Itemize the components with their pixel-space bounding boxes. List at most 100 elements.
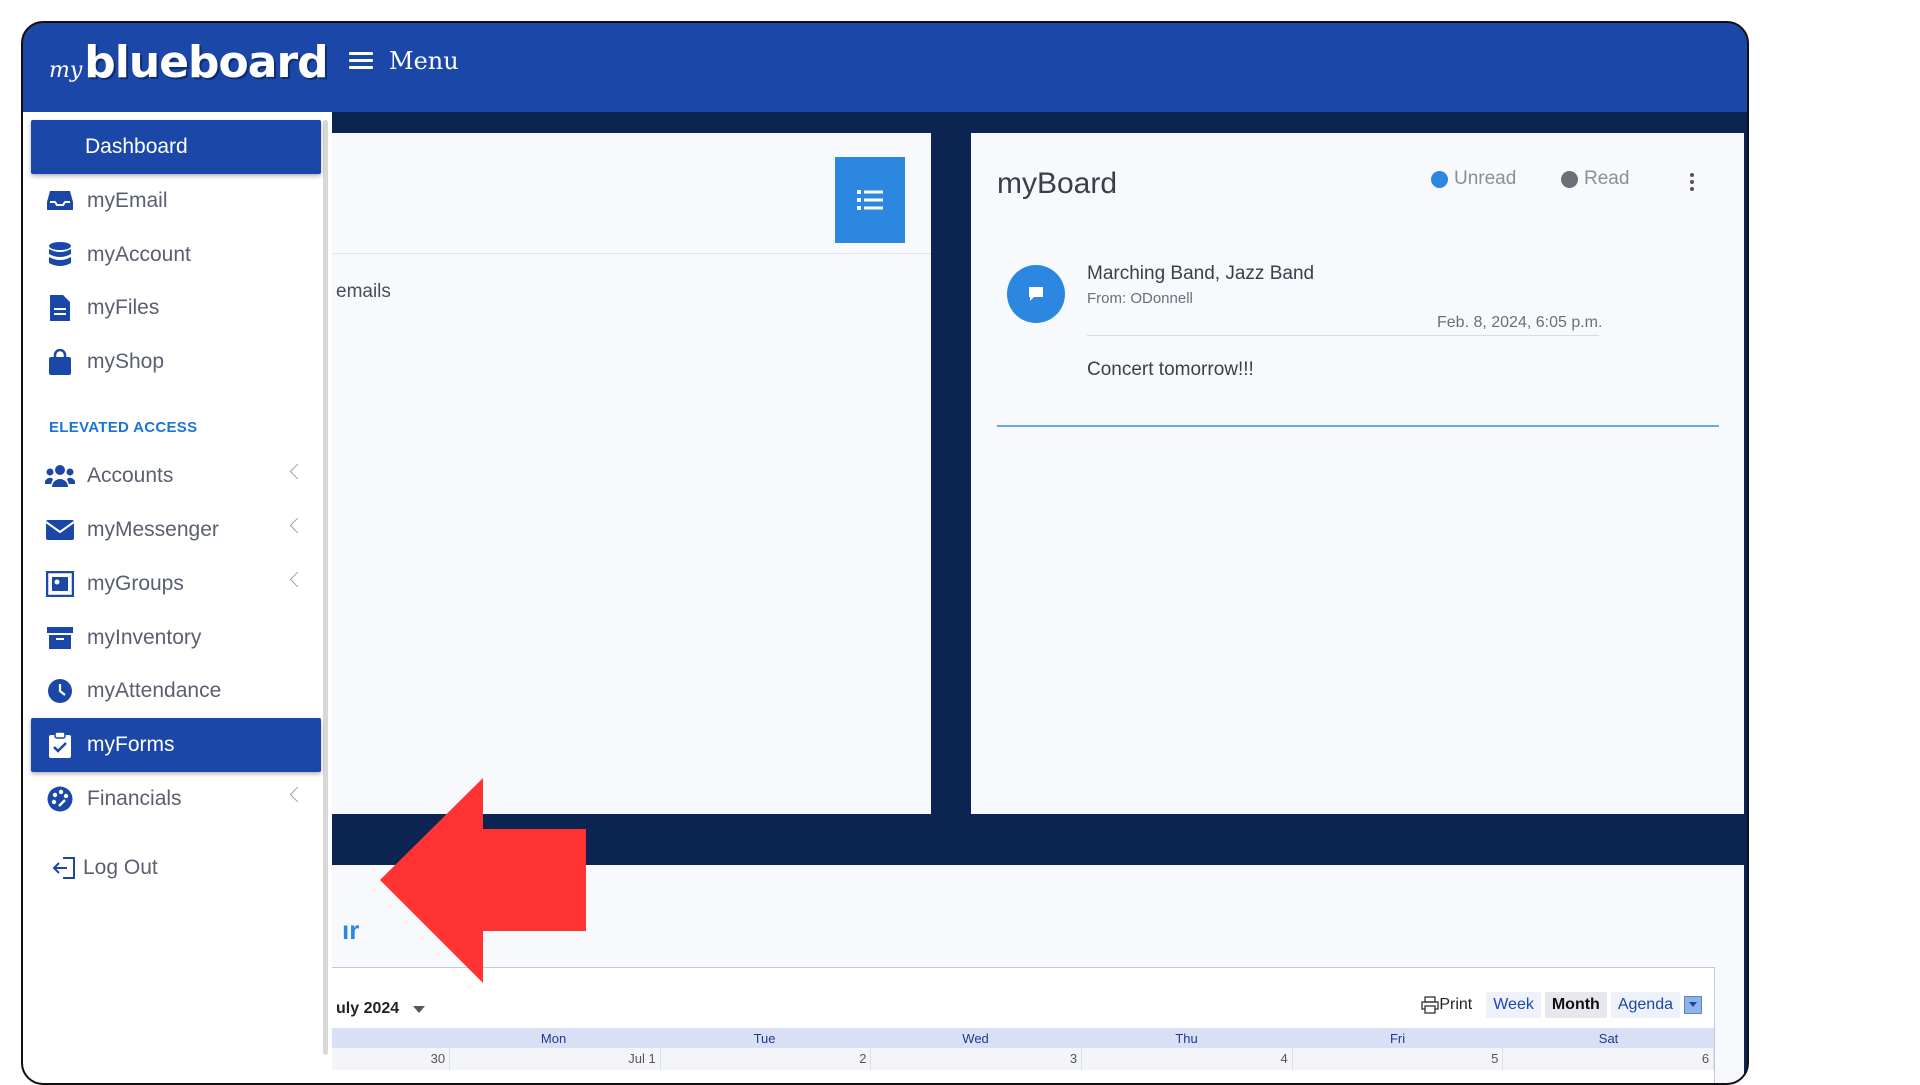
month-label: uly 2024	[336, 1000, 400, 1017]
brand-logo[interactable]: my blueboard	[49, 37, 329, 88]
sidebar-item-myfiles[interactable]: myFiles	[31, 281, 321, 335]
envelope-icon	[45, 515, 75, 545]
day-cell[interactable]: 3	[871, 1048, 1083, 1070]
message-separator	[997, 425, 1719, 427]
chat-bubble-icon	[1029, 287, 1043, 301]
sidebar-item-label: myGroups	[87, 572, 184, 595]
sidebar-item-label: Financials	[87, 787, 182, 810]
chevron-left-icon	[289, 786, 306, 803]
hamburger-icon	[349, 52, 373, 70]
tab-month[interactable]: Month	[1544, 992, 1607, 1018]
day-cell[interactable]: Jul 1	[450, 1048, 661, 1070]
email-summary-panel: emails	[332, 133, 931, 814]
calendar-toolbar: Print Week Month Agenda	[1421, 992, 1702, 1018]
message-body: Concert tomorrow!!!	[1087, 359, 1254, 380]
tab-week[interactable]: Week	[1486, 992, 1541, 1018]
calendar-dropdown-icon[interactable]	[1684, 996, 1702, 1014]
print-button[interactable]: Print	[1421, 996, 1472, 1014]
sidebar-scrollbar[interactable]	[323, 120, 328, 1055]
sidebar-item-myshop[interactable]: myShop	[31, 335, 321, 389]
users-icon	[45, 461, 75, 491]
printer-icon	[1421, 996, 1439, 1014]
sidebar-item-label: Dashboard	[85, 135, 188, 158]
weekday-label: Sat	[1598, 1031, 1619, 1046]
month-selector[interactable]: uly 2024	[336, 1000, 426, 1018]
logo-prefix: my	[49, 58, 83, 83]
menu-button[interactable]: Menu	[349, 47, 459, 75]
day-cell[interactable]: 4	[1082, 1048, 1293, 1070]
calendar-week-row: 30 Jul 1 2 3 4 5 6	[332, 1048, 1715, 1070]
weekday-header: Mon Tue Wed Thu Fri Sat	[332, 1028, 1714, 1048]
group-image-icon	[45, 569, 75, 599]
sidebar-item-label: myAttendance	[87, 679, 222, 702]
palette-icon	[45, 784, 75, 814]
message-divider	[1087, 335, 1599, 336]
sidebar-item-label: myShop	[87, 350, 165, 373]
sidebar-item-label: myMessenger	[87, 518, 219, 541]
message-from: From: ODonnell	[1087, 290, 1193, 307]
legend-unread[interactable]: Unread	[1431, 168, 1516, 190]
day-cell[interactable]: 30	[332, 1048, 451, 1070]
sidebar-item-mygroups[interactable]: myGroups	[31, 557, 321, 611]
logout-button[interactable]: Log Out	[31, 841, 321, 895]
sidebar-item-myaccount[interactable]: myAccount	[31, 228, 321, 282]
logout-label: Log Out	[83, 856, 158, 879]
sidebar-item-dashboard[interactable]: Dashboard	[31, 120, 321, 174]
inbox-icon	[45, 186, 75, 216]
sidebar: Dashboard myEmail myAccount myFiles mySh…	[23, 112, 332, 1083]
caret-down-icon	[413, 1005, 426, 1013]
emails-text: emails	[336, 281, 391, 302]
message-date: Feb. 8, 2024, 6:05 p.m.	[1437, 314, 1603, 331]
unread-dot-icon	[1431, 170, 1448, 188]
file-icon	[45, 293, 75, 323]
top-navbar: my blueboard Menu	[23, 23, 1747, 112]
myboard-title: myBoard	[997, 167, 1118, 200]
sidebar-item-myforms[interactable]: myForms	[31, 718, 321, 772]
weekday-label: Fri	[1389, 1031, 1406, 1046]
sidebar-item-mymessenger[interactable]: myMessenger	[31, 503, 321, 557]
day-cell[interactable]: 2	[661, 1048, 872, 1070]
sidebar-item-myemail[interactable]: myEmail	[31, 174, 321, 228]
legend-unread-label: Unread	[1454, 168, 1517, 189]
sidebar-item-label: Accounts	[87, 464, 174, 487]
sidebar-item-myattendance[interactable]: myAttendance	[31, 664, 321, 718]
section-title-elevated-access: ELEVATED ACCESS	[49, 419, 198, 436]
tab-agenda[interactable]: Agenda	[1610, 992, 1680, 1018]
app-window: my blueboard Menu emails myBoard Unread	[21, 21, 1749, 1085]
database-icon	[45, 240, 75, 270]
panel-divider	[332, 253, 931, 254]
archive-box-icon	[45, 623, 75, 653]
read-dot-icon	[1561, 170, 1578, 188]
shopping-bag-icon	[45, 347, 75, 377]
weekday-label: Thu	[1175, 1031, 1198, 1046]
sidebar-item-financials[interactable]: Financials	[31, 772, 321, 826]
sidebar-item-label: myEmail	[87, 189, 168, 212]
sidebar-item-label: myFiles	[87, 296, 160, 319]
weekday-label	[332, 1028, 448, 1048]
weekday-label: Tue	[753, 1031, 776, 1046]
message-avatar[interactable]	[1007, 265, 1065, 323]
legend-read-label: Read	[1584, 168, 1630, 189]
chevron-left-icon	[289, 571, 306, 588]
message-sender[interactable]: Marching Band, Jazz Band	[1087, 263, 1314, 285]
list-icon	[857, 190, 883, 210]
clock-icon	[45, 676, 75, 706]
sidebar-item-label: myInventory	[87, 626, 202, 649]
legend-read[interactable]: Read	[1561, 168, 1629, 190]
myboard-panel: myBoard Unread Read Marching Band, Jazz …	[971, 133, 1744, 814]
list-view-button[interactable]	[835, 157, 905, 243]
sidebar-item-label: myAccount	[87, 243, 191, 266]
more-options-icon[interactable]	[1690, 173, 1694, 194]
calendar-widget: uly 2024 Print Week Month Agenda Mon Tue…	[332, 967, 1715, 1083]
sidebar-item-accounts[interactable]: Accounts	[31, 449, 321, 503]
day-cell[interactable]: 6	[1503, 1048, 1715, 1070]
calendar-title: ır	[342, 915, 360, 945]
clipboard-check-icon	[45, 730, 75, 760]
sidebar-item-myinventory[interactable]: myInventory	[31, 611, 321, 665]
chevron-left-icon	[289, 463, 306, 480]
red-arrow-annotation-icon	[380, 778, 586, 983]
print-label: Print	[1439, 996, 1473, 1013]
day-cell[interactable]: 5	[1293, 1048, 1504, 1070]
chevron-left-icon	[289, 517, 306, 534]
sidebar-item-label: myForms	[87, 733, 175, 756]
